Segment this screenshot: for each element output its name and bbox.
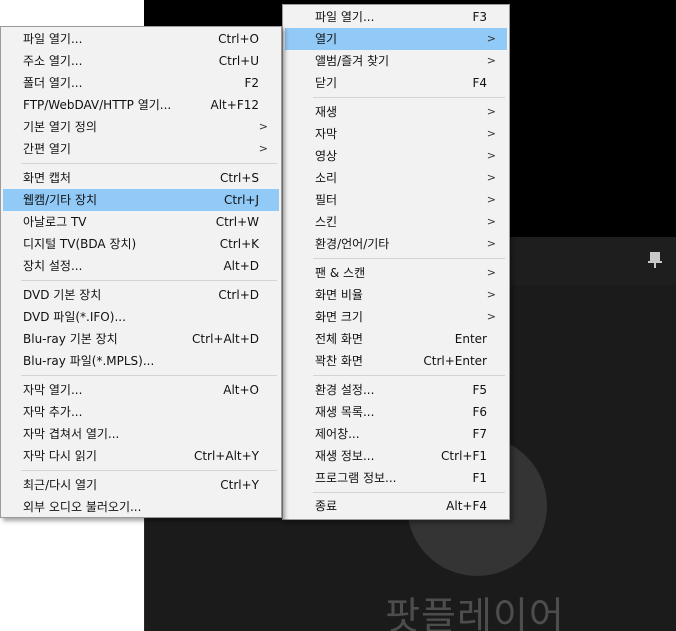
submenu-item-digital-tv[interactable]: 디지털 TV(BDA 장치) Ctrl+K bbox=[3, 233, 279, 255]
chevron-right-icon: > bbox=[486, 54, 496, 67]
submenu-item-dvd-file[interactable]: DVD 파일(*.IFO)... bbox=[3, 306, 279, 328]
menu-separator bbox=[313, 258, 505, 259]
chevron-right-icon: > bbox=[486, 215, 496, 228]
chevron-right-icon: > bbox=[486, 127, 496, 140]
menu-item-screen-size[interactable]: 화면 크기 > bbox=[285, 306, 507, 328]
menu-item-playback-info[interactable]: 재생 정보... Ctrl+F1 bbox=[285, 445, 507, 467]
chevron-right-icon: > bbox=[258, 120, 268, 133]
submenu-item-open-file[interactable]: 파일 열기... Ctrl+O bbox=[3, 28, 279, 50]
menu-item-open[interactable]: 열기 > bbox=[285, 28, 507, 50]
menu-item-pan-scan[interactable]: 팬 & 스캔 > bbox=[285, 262, 507, 284]
menu-item-preferences[interactable]: 환경 설정... F5 bbox=[285, 379, 507, 401]
menu-separator bbox=[313, 375, 505, 376]
menu-item-album-favorites[interactable]: 앨범/즐겨 찾기 > bbox=[285, 50, 507, 72]
submenu-item-screen-capture[interactable]: 화면 캡처 Ctrl+S bbox=[3, 167, 279, 189]
submenu-item-analog-tv[interactable]: 아날로그 TV Ctrl+W bbox=[3, 211, 279, 233]
menu-item-skins[interactable]: 스킨 > bbox=[285, 211, 507, 233]
chevron-right-icon: > bbox=[486, 105, 496, 118]
open-submenu: 파일 열기... Ctrl+O 주소 열기... Ctrl+U 폴더 열기... F2… bbox=[0, 26, 282, 518]
chevron-right-icon: > bbox=[486, 288, 496, 301]
chevron-right-icon: > bbox=[258, 142, 268, 155]
submenu-item-device-settings[interactable]: 장치 설정... Alt+D bbox=[3, 255, 279, 277]
pin-icon[interactable] bbox=[648, 252, 662, 268]
menu-item-fullscreen[interactable]: 전체 화면 Enter bbox=[285, 328, 507, 350]
menu-item-subtitles[interactable]: 자막 > bbox=[285, 123, 507, 145]
chevron-right-icon: > bbox=[486, 32, 496, 45]
submenu-item-reload-subtitle[interactable]: 자막 다시 읽기 Ctrl+Alt+Y bbox=[3, 445, 279, 467]
submenu-item-bluray-device[interactable]: Blu-ray 기본 장치 Ctrl+Alt+D bbox=[3, 328, 279, 350]
menu-separator bbox=[313, 492, 505, 493]
submenu-item-add-subtitle[interactable]: 자막 추가... bbox=[3, 401, 279, 423]
menu-separator bbox=[21, 163, 277, 164]
menu-item-audio[interactable]: 소리 > bbox=[285, 167, 507, 189]
submenu-item-open-folder[interactable]: 폴더 열기... F2 bbox=[3, 72, 279, 94]
main-context-menu: 파일 열기... F3 열기 > 앨범/즐겨 찾기 > 닫기 F4 재생 > 자막 > 영상… bbox=[282, 4, 510, 520]
submenu-item-open-url[interactable]: 주소 열기... Ctrl+U bbox=[3, 50, 279, 72]
menu-item-control-panel[interactable]: 제어창... F7 bbox=[285, 423, 507, 445]
chevron-right-icon: > bbox=[486, 266, 496, 279]
menu-item-env-language[interactable]: 환경/언어/기타 > bbox=[285, 233, 507, 255]
submenu-item-quick-open[interactable]: 간편 열기 > bbox=[3, 138, 279, 160]
submenu-item-default-open[interactable]: 기본 열기 정의 > bbox=[3, 116, 279, 138]
submenu-item-open-ftp[interactable]: FTP/WebDAV/HTTP 열기... Alt+F12 bbox=[3, 94, 279, 116]
submenu-item-recent-reopen[interactable]: 최근/다시 열기 Ctrl+Y bbox=[3, 474, 279, 496]
menu-separator bbox=[21, 375, 277, 376]
chevron-right-icon: > bbox=[486, 310, 496, 323]
submenu-item-bluray-file[interactable]: Blu-ray 파일(*.MPLS)... bbox=[3, 350, 279, 372]
chevron-right-icon: > bbox=[486, 237, 496, 250]
submenu-item-dvd-device[interactable]: DVD 기본 장치 Ctrl+D bbox=[3, 284, 279, 306]
menu-item-program-info[interactable]: 프로그램 정보... F1 bbox=[285, 467, 507, 489]
menu-item-fill-screen[interactable]: 꽉찬 화면 Ctrl+Enter bbox=[285, 350, 507, 372]
chevron-right-icon: > bbox=[486, 193, 496, 206]
menu-item-exit[interactable]: 종료 Alt+F4 bbox=[285, 495, 507, 517]
menu-separator bbox=[21, 470, 277, 471]
menu-item-close[interactable]: 닫기 F4 bbox=[285, 72, 507, 94]
menu-separator bbox=[21, 280, 277, 281]
chevron-right-icon: > bbox=[486, 171, 496, 184]
menu-item-aspect-ratio[interactable]: 화면 비율 > bbox=[285, 284, 507, 306]
submenu-item-load-external-audio[interactable]: 외부 오디오 불러오기... bbox=[3, 496, 279, 518]
menu-separator bbox=[313, 97, 505, 98]
submenu-item-overlay-subtitle[interactable]: 자막 겹쳐서 열기... bbox=[3, 423, 279, 445]
chevron-right-icon: > bbox=[486, 149, 496, 162]
menu-item-video[interactable]: 영상 > bbox=[285, 145, 507, 167]
menu-item-playlist[interactable]: 재생 목록... F6 bbox=[285, 401, 507, 423]
menu-item-open-file[interactable]: 파일 열기... F3 bbox=[285, 6, 507, 28]
menu-item-playback[interactable]: 재생 > bbox=[285, 101, 507, 123]
menu-item-filters[interactable]: 필터 > bbox=[285, 189, 507, 211]
submenu-item-open-subtitle[interactable]: 자막 열기... Alt+O bbox=[3, 379, 279, 401]
submenu-item-webcam[interactable]: 웹캠/기타 장치 Ctrl+J bbox=[3, 189, 279, 211]
player-logo-text: 팟플레이어 bbox=[385, 594, 565, 631]
